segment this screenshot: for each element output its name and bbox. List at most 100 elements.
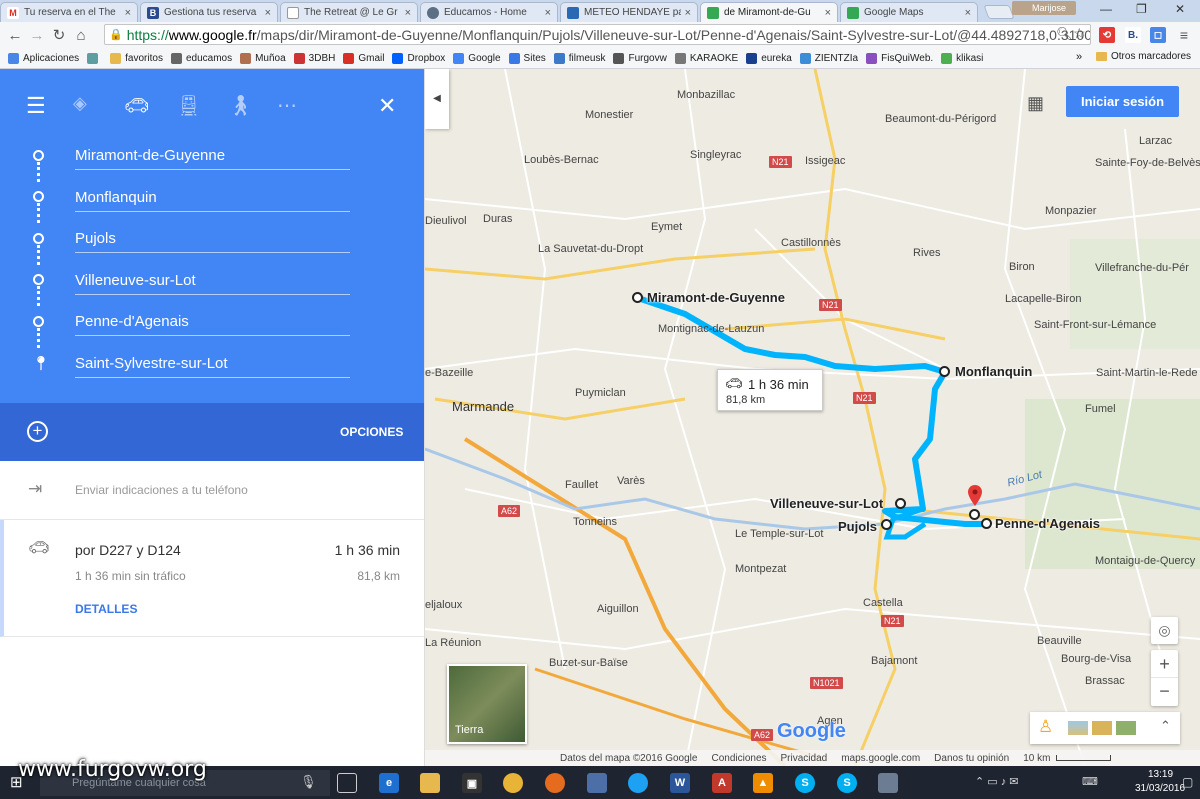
vlc-icon[interactable]: ▲ bbox=[753, 773, 773, 793]
waypoint-3[interactable]: Pujols bbox=[75, 225, 350, 253]
acrobat-icon[interactable]: A bbox=[712, 773, 732, 793]
paint-icon[interactable] bbox=[878, 773, 898, 793]
waypoint-4[interactable]: Villeneuve-sur-Lot bbox=[75, 267, 350, 295]
menu-icon[interactable]: ☰ bbox=[26, 93, 46, 119]
more-icon[interactable]: ⋯ bbox=[277, 93, 297, 118]
word-icon[interactable]: W bbox=[670, 773, 690, 793]
route-marker[interactable] bbox=[939, 366, 950, 377]
bookmark-item[interactable]: eureka bbox=[746, 52, 792, 64]
back-icon[interactable]: ← bbox=[4, 27, 26, 44]
bookmark-item[interactable]: Furgovw bbox=[613, 52, 667, 64]
restore-icon[interactable]: ❐ bbox=[1136, 2, 1147, 16]
scale-label[interactable]: 10 km bbox=[1023, 753, 1050, 764]
tab-retreat[interactable]: The Retreat @ Le Gr × bbox=[280, 2, 418, 22]
my-location-icon[interactable]: ◎ bbox=[1151, 617, 1178, 644]
other-bookmarks[interactable]: Otros marcadores bbox=[1096, 51, 1191, 62]
bookmark-item[interactable]: Dropbox bbox=[392, 52, 445, 64]
tab-google-maps[interactable]: Google Maps × bbox=[840, 2, 978, 22]
bookmark-item[interactable]: 3DBH bbox=[293, 52, 335, 64]
bookmark-item[interactable]: ZIENTZIa bbox=[799, 52, 858, 64]
walk-icon[interactable]: 🚶︎ bbox=[228, 93, 253, 118]
skype-icon[interactable]: S bbox=[795, 773, 815, 793]
close-icon[interactable]: × bbox=[825, 7, 831, 19]
bookmark-item[interactable]: Aplicaciones bbox=[8, 52, 79, 64]
bookmark-item[interactable]: KARAOKE bbox=[674, 52, 738, 64]
extension-icon[interactable]: ◻ bbox=[1150, 27, 1166, 43]
file-explorer-icon[interactable] bbox=[420, 773, 440, 793]
extension-icon[interactable]: ⟲ bbox=[1099, 27, 1115, 43]
waypoint-2[interactable]: Monflanquin bbox=[75, 184, 350, 212]
home-icon[interactable]: ⌂ bbox=[70, 27, 92, 44]
clock-time[interactable]: 13:19 bbox=[1148, 769, 1173, 780]
add-destination-icon[interactable]: + bbox=[27, 421, 48, 442]
firefox-icon[interactable] bbox=[545, 773, 565, 793]
forward-icon[interactable]: → bbox=[26, 27, 48, 44]
tray-icons[interactable]: ⌃ ▭ ♪ ✉ bbox=[975, 775, 1019, 788]
bookmark-item[interactable]: Google bbox=[453, 52, 501, 64]
bookmark-item[interactable]: FisQuiWeb. bbox=[866, 52, 933, 64]
reload-icon[interactable]: ↻ bbox=[48, 26, 70, 44]
zoom-out-button[interactable]: − bbox=[1151, 678, 1178, 706]
pegman-icon[interactable]: ♙ bbox=[1038, 717, 1053, 737]
terms-link[interactable]: Condiciones bbox=[711, 753, 766, 764]
booking-extension-icon[interactable]: B. bbox=[1125, 27, 1141, 43]
tab-meteo[interactable]: METEO HENDAYE pa × bbox=[560, 2, 698, 22]
clock-date[interactable]: 31/03/2016 bbox=[1135, 783, 1185, 794]
sign-in-button[interactable]: Iniciar sesión bbox=[1066, 86, 1179, 117]
search-icon[interactable]: 🔍︎ bbox=[1056, 26, 1073, 42]
maps-link[interactable]: maps.google.com bbox=[841, 753, 920, 764]
tab-maps-directions[interactable]: de Miramont-de-Gu × bbox=[700, 2, 838, 22]
close-icon[interactable]: × bbox=[125, 7, 131, 19]
route-info-bubble[interactable]: 🚗︎ 1 h 36 min 81,8 km bbox=[717, 369, 823, 411]
bookmark-item[interactable] bbox=[87, 52, 102, 64]
close-icon[interactable]: × bbox=[685, 7, 691, 19]
imagery-thumbnail[interactable] bbox=[1092, 721, 1112, 735]
waypoint-destination[interactable]: Saint-Sylvestre-sur-Lot bbox=[75, 350, 350, 378]
privacy-link[interactable]: Privacidad bbox=[781, 753, 828, 764]
best-route-icon[interactable]: ◈ bbox=[73, 93, 87, 114]
bookmark-item[interactable]: Gmail bbox=[343, 52, 384, 64]
app-icon[interactable] bbox=[628, 773, 648, 793]
computer-icon[interactable] bbox=[587, 773, 607, 793]
bookmark-item[interactable]: filmeusk bbox=[553, 52, 605, 64]
waypoint-1[interactable]: Miramont-de-Guyenne bbox=[75, 142, 350, 170]
bookmark-item[interactable]: klikasi bbox=[941, 52, 983, 64]
microphone-icon[interactable]: 🎙︎ bbox=[300, 774, 317, 790]
close-icon[interactable]: × bbox=[965, 7, 971, 19]
edge-icon[interactable]: e bbox=[379, 773, 399, 793]
apps-grid-icon[interactable]: ▦ bbox=[1027, 93, 1044, 114]
destination-pin-icon[interactable] bbox=[968, 485, 982, 507]
route-marker[interactable] bbox=[981, 518, 992, 529]
route-marker[interactable] bbox=[881, 519, 892, 530]
route-marker[interactable] bbox=[895, 498, 906, 509]
route-marker[interactable] bbox=[969, 509, 980, 520]
route-marker[interactable] bbox=[632, 292, 643, 303]
url-bar[interactable]: 🔒 https://www.google.fr/maps/dir/Miramon… bbox=[104, 24, 1091, 45]
menu-icon[interactable]: ≡ bbox=[1176, 27, 1192, 43]
tab-educamos[interactable]: Educamos - Home × bbox=[420, 2, 558, 22]
close-icon[interactable]: × bbox=[545, 7, 551, 19]
expand-icon[interactable]: ⌃ bbox=[1160, 718, 1171, 734]
skype-icon[interactable]: S bbox=[837, 773, 857, 793]
task-view-icon[interactable] bbox=[337, 773, 357, 793]
bookmark-item[interactable]: educamos bbox=[170, 52, 232, 64]
car-icon[interactable]: 🚗︎ bbox=[124, 93, 149, 118]
send-to-phone[interactable]: ⇥ Enviar indicaciones a tu teléfono bbox=[0, 461, 424, 520]
store-icon[interactable]: ▣ bbox=[462, 773, 482, 793]
close-window-icon[interactable]: ✕ bbox=[1175, 2, 1185, 16]
bookmarks-overflow-icon[interactable]: » bbox=[1076, 51, 1082, 63]
waypoint-5[interactable]: Penne-d'Agenais bbox=[75, 308, 350, 336]
zoom-in-button[interactable]: + bbox=[1151, 650, 1178, 678]
bookmark-item[interactable]: Muñoa bbox=[240, 52, 286, 64]
imagery-thumbnail[interactable] bbox=[1068, 721, 1088, 735]
user-badge[interactable]: Marijose bbox=[1012, 1, 1076, 15]
star-icon[interactable]: ☆ bbox=[1073, 25, 1086, 42]
close-icon[interactable]: × bbox=[405, 7, 411, 19]
imagery-thumbnail[interactable] bbox=[1116, 721, 1136, 735]
tab-booking[interactable]: B Gestiona tus reserva × bbox=[140, 2, 278, 22]
transit-icon[interactable]: 🚆︎ bbox=[176, 93, 201, 118]
keyboard-icon[interactable]: ⌨ bbox=[1082, 775, 1098, 788]
feedback-link[interactable]: Danos tu opinión bbox=[934, 753, 1009, 764]
minimize-icon[interactable]: — bbox=[1100, 2, 1112, 16]
close-icon[interactable]: × bbox=[265, 7, 271, 19]
